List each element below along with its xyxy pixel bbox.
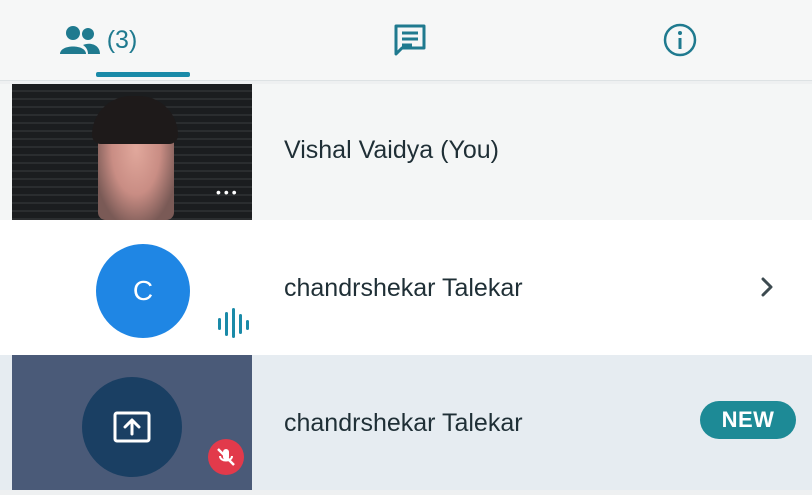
participant-count: (3) — [106, 25, 138, 54]
participant-name: chandrshekar Talekar — [284, 409, 523, 437]
avatar-letter: C — [132, 275, 154, 306]
user-video-hair — [92, 96, 178, 144]
speaking-icon — [218, 308, 249, 338]
screen-share-icon — [113, 411, 151, 443]
screen-share-thumbnail — [12, 355, 252, 490]
info-icon — [663, 23, 697, 57]
participant-row[interactable]: chandrshekar Talekar NEW — [0, 355, 812, 490]
tab-chat[interactable] — [310, 0, 510, 80]
new-badge: NEW — [700, 401, 796, 439]
more-dots-icon[interactable]: ••• — [216, 184, 240, 200]
avatar: C — [96, 244, 190, 338]
participant-name: Vishal Vaidya (You) — [284, 136, 499, 164]
tab-participants[interactable]: (3) — [8, 0, 188, 80]
screen-share-avatar — [82, 377, 182, 477]
tab-bar: (3) — [0, 0, 812, 81]
participant-row[interactable]: C chandrshekar Talekar — [0, 220, 812, 355]
chevron-right-icon[interactable] — [752, 272, 782, 302]
mic-off-icon — [208, 439, 244, 475]
avatar-thumbnail: C — [12, 220, 252, 355]
tab-info[interactable] — [580, 0, 780, 80]
active-tab-indicator — [96, 72, 190, 77]
participant-row[interactable]: ••• Vishal Vaidya (You) — [0, 84, 812, 220]
video-thumbnail: ••• — [12, 84, 252, 220]
people-icon — [59, 26, 100, 54]
participant-name: chandrshekar Talekar — [284, 274, 523, 302]
chat-icon — [394, 24, 426, 56]
